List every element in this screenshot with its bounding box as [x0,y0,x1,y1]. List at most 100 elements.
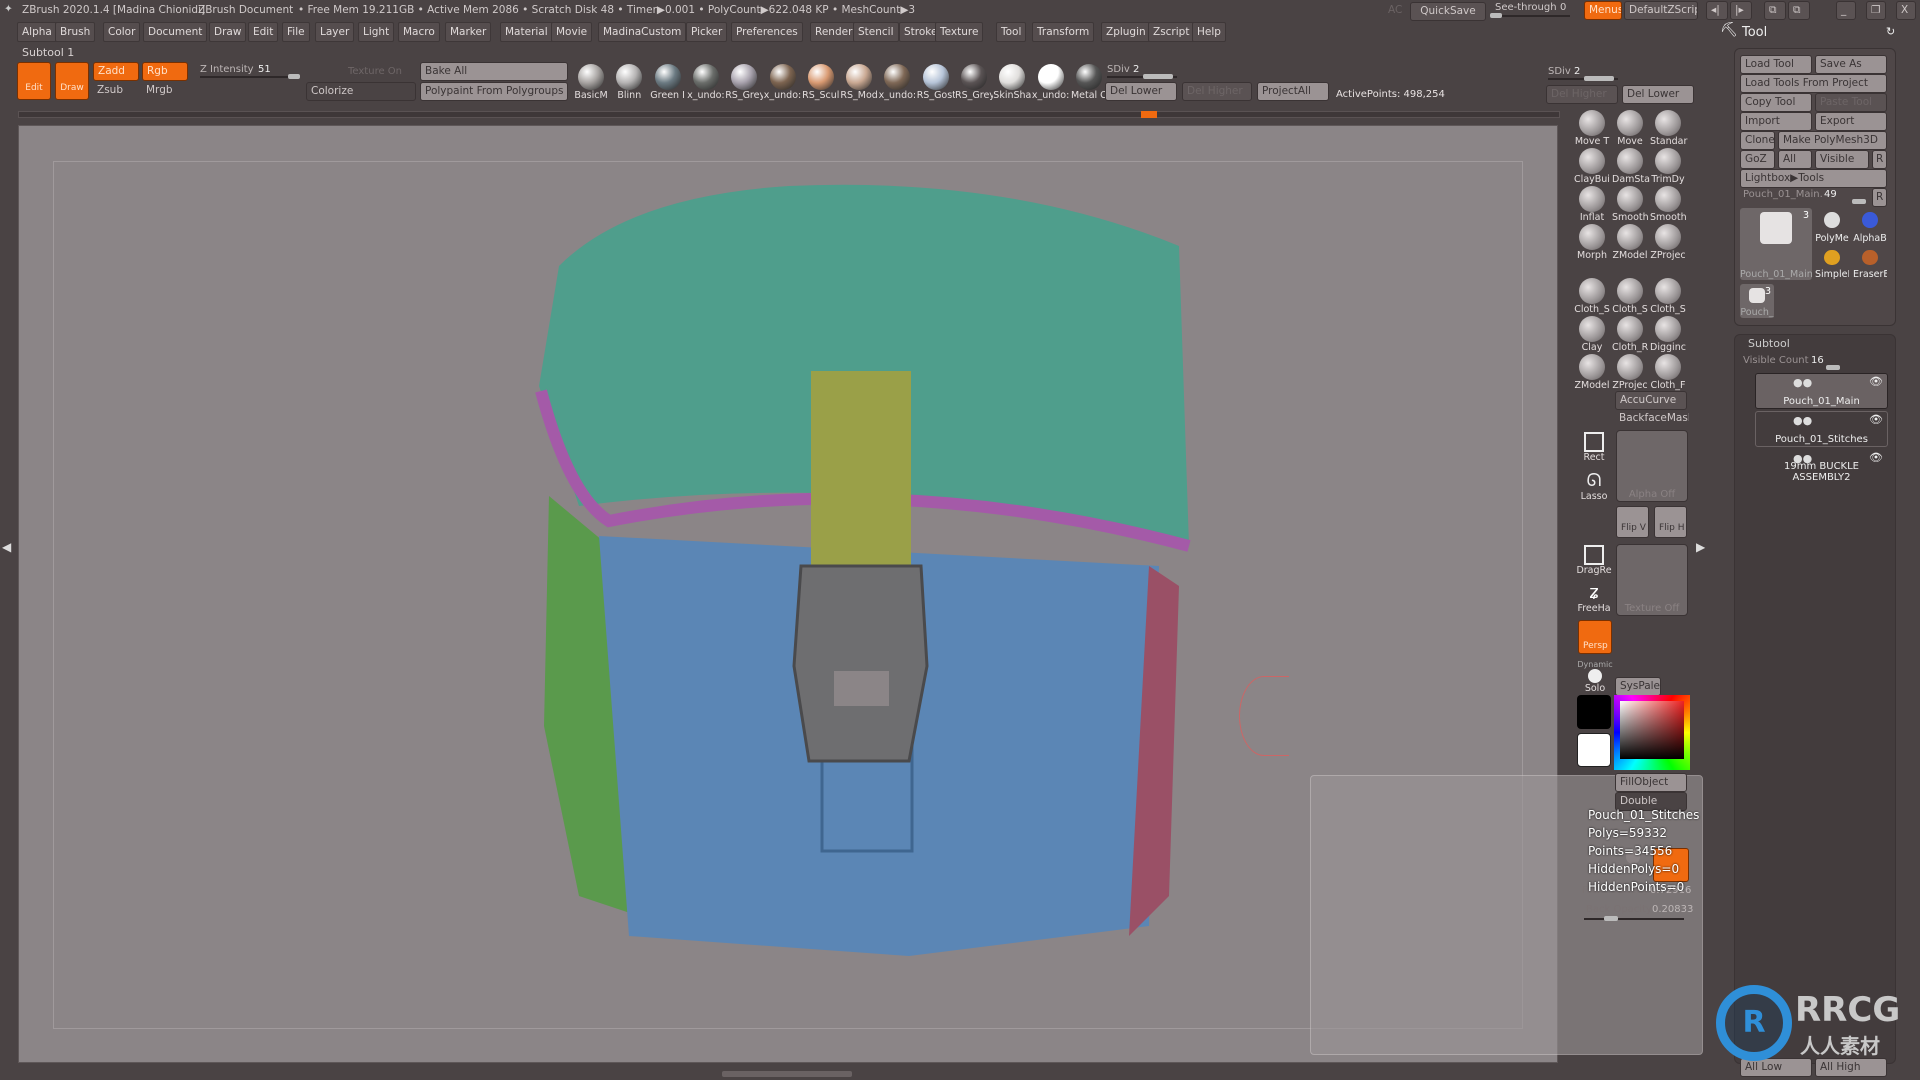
subtool-item[interactable]: ●● 👁 Pouch_01_Stitches [1755,411,1888,447]
brush-button[interactable]: Cloth_S [1612,278,1648,315]
polypaint-from-polygroups-button[interactable]: Polypaint From Polygroups [420,82,568,101]
eye-icon[interactable]: 👁 [1869,413,1883,426]
sdiv2-slider[interactable] [1548,76,1618,81]
draw-button[interactable]: Draw [55,62,89,100]
dragrect-button[interactable]: DragRe [1576,545,1612,576]
brush-button[interactable]: ZModel [1612,224,1648,261]
brush-button[interactable]: DamSta [1612,148,1650,185]
solo-button[interactable]: Dynamic Solo [1577,660,1613,694]
menu-layer[interactable]: Layer [315,22,355,42]
menu-movie[interactable]: Movie [551,22,593,42]
brush-button[interactable]: ZProjec [1650,224,1686,261]
tool-thumbnail[interactable]: EraserE [1853,246,1887,280]
quicksave-button[interactable]: QuickSave [1410,2,1486,21]
menu-preferences[interactable]: Preferences [731,22,803,42]
menu-help[interactable]: Help [1192,22,1226,42]
alpha-slot[interactable]: Alpha Off [1616,430,1688,502]
goz-button[interactable]: GoZ [1740,150,1775,169]
material-swatch[interactable]: RS_Grey [955,62,993,102]
restore-icon[interactable]: ❐ [1866,1,1886,20]
menu-document[interactable]: Document [143,22,208,42]
flip-h-button[interactable]: Flip H [1654,506,1687,538]
material-swatch[interactable]: SkinSha [993,62,1031,102]
lasso-selection-button[interactable]: ᘏ Lasso [1576,470,1612,502]
refresh-icon[interactable]: ↻ [1886,25,1895,38]
menu-brush[interactable]: Brush [55,22,96,42]
tool-thumbnail[interactable]: SimpleE [1815,246,1849,280]
material-swatch[interactable]: RS_Gost [917,62,955,102]
left-tray-arrow-icon[interactable]: ◀ [2,540,11,554]
project-all-button[interactable]: ProjectAll [1257,82,1329,101]
tool-slider[interactable] [1852,199,1866,204]
lightbox-tools-button[interactable]: Lightbox▶Tools [1740,169,1887,188]
tool-thumbnail[interactable]: 3 Pouch_ [1740,284,1774,318]
material-swatch[interactable]: x_undo: [1032,62,1070,102]
sdiv-slider[interactable] [1107,74,1177,79]
brush-button[interactable]: TrimDy [1650,148,1686,185]
main-color-swatch[interactable] [1577,695,1611,729]
freehand-button[interactable]: ʑ FreeHa [1576,582,1612,614]
scroll-left-icon[interactable]: ◂| [1706,1,1728,20]
menu-macro[interactable]: Macro [398,22,440,42]
brush-button[interactable]: Smooth [1612,186,1649,223]
bake-all-button[interactable]: Bake All [420,62,568,81]
brush-button[interactable]: Cloth_F [1650,354,1686,391]
goz-visible-button[interactable]: Visible [1815,150,1869,169]
color-picker-square[interactable] [1620,701,1684,759]
subtool-item[interactable]: ●● 👁 Pouch_01_Main [1755,373,1888,409]
visible-count-slider[interactable] [1826,365,1840,370]
copy-tool-button[interactable]: Copy Tool [1740,93,1812,112]
material-swatch[interactable]: x_undo: [764,62,802,102]
brush-button[interactable]: ZProjec [1612,354,1648,391]
secondary-color-swatch[interactable] [1577,733,1611,767]
clone-button[interactable]: Clone [1740,131,1775,150]
load-tools-from-project-button[interactable]: Load Tools From Project [1740,74,1887,93]
brush-button[interactable]: Smooth [1650,186,1687,223]
rect-selection-button[interactable]: Rect [1576,432,1612,463]
menu-file[interactable]: File [282,22,310,42]
brush-button[interactable]: Digginc [1650,316,1686,353]
brush-button[interactable]: Inflat [1574,186,1610,223]
menu-picker[interactable]: Picker [686,22,728,42]
brush-button[interactable]: Move T [1574,110,1610,147]
brush-button[interactable]: Clay [1574,316,1610,353]
z-intensity-slider[interactable] [200,74,300,79]
menu-stencil[interactable]: Stencil [853,22,899,42]
paste-tool-button[interactable]: Paste Tool [1815,93,1887,112]
visibility-toggle-icon[interactable]: ●● [1793,414,1812,427]
brush-button[interactable]: Cloth_S [1574,278,1610,315]
flip-v-button[interactable]: Flip V [1616,506,1649,538]
subtool-item[interactable]: ●● 👁 19mm BUCKLE ASSEMBLY2 [1755,449,1888,485]
material-swatch[interactable]: RS_Grey [725,62,763,102]
material-swatch[interactable]: x_undo: [878,62,916,102]
load-tool-button[interactable]: Load Tool [1740,55,1812,74]
material-swatch[interactable]: x_undo: [687,62,725,102]
default-zscript-button[interactable]: DefaultZScript [1624,1,1698,20]
bottom-tray-handle[interactable] [722,1071,852,1077]
eye-icon[interactable]: 👁 [1869,375,1883,388]
brush-button[interactable]: Morph [1574,224,1610,261]
timeline-marker[interactable] [1141,111,1157,118]
material-swatch[interactable]: RS_Mod [840,62,878,102]
menus-button[interactable]: Menus [1584,1,1622,20]
menu-light[interactable]: Light [358,22,395,42]
menu-zplugin[interactable]: Zplugin [1101,22,1151,42]
all-high-button[interactable]: All High [1815,1058,1887,1077]
tool-thumbnail[interactable]: PolyMe [1815,208,1849,244]
brush-button[interactable]: ClayBui [1574,148,1610,185]
back-opacity-slider[interactable] [1584,916,1684,921]
menu-zscript[interactable]: Zscript [1148,22,1195,42]
del-lower-button[interactable]: Del Lower [1105,82,1177,101]
right-tray-arrow-icon[interactable]: ▶ [1696,540,1705,554]
zadd-button[interactable]: Zadd [93,62,139,81]
brush-button[interactable]: Move [1612,110,1648,147]
menu-draw[interactable]: Draw [209,22,247,42]
brush-button[interactable]: Standar [1650,110,1687,147]
menu-texture[interactable]: Texture [935,22,984,42]
see-through-slider[interactable] [1490,13,1570,18]
material-swatch[interactable]: RS_Scul [802,62,840,102]
menu-marker[interactable]: Marker [445,22,492,42]
rgb-button[interactable]: Rgb [142,62,188,81]
goz-r-button[interactable]: R [1872,150,1887,169]
minimize-icon[interactable]: _ [1836,1,1856,20]
